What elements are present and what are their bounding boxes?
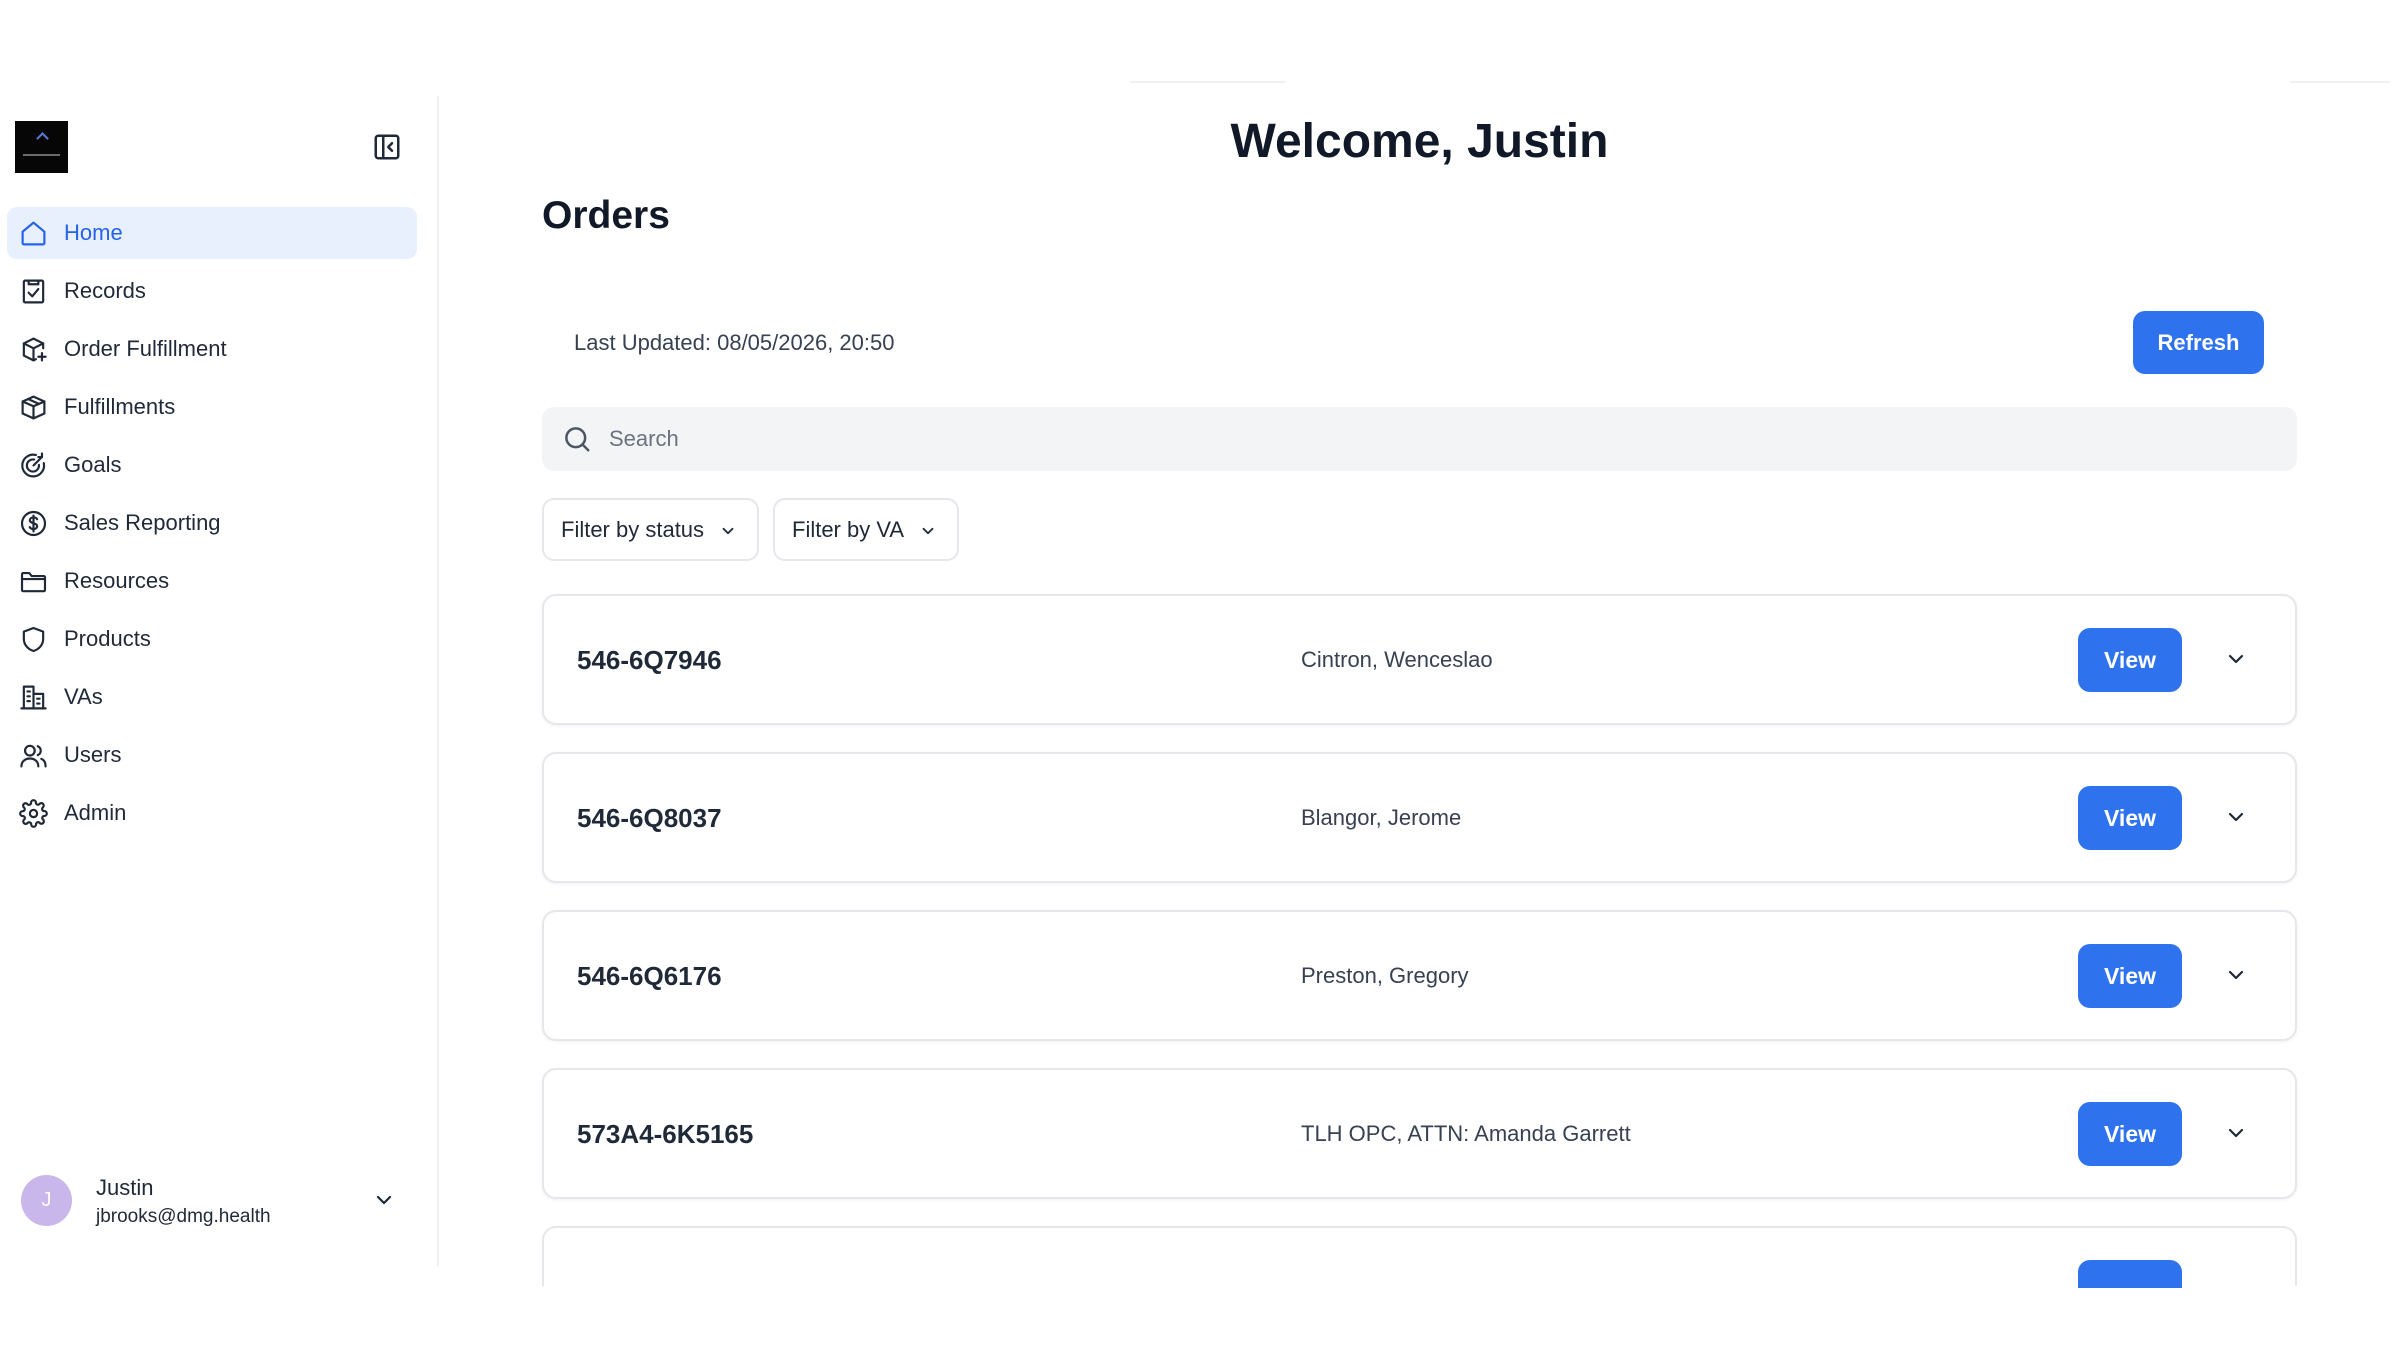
search-input[interactable]: Search xyxy=(542,407,2297,471)
page-title: Welcome, Justin xyxy=(1230,115,1609,168)
sidebar-item-resources[interactable]: Resources xyxy=(7,555,417,607)
chevron-down-icon[interactable] xyxy=(2224,1121,2248,1145)
order-id: 546-6Q8037 xyxy=(577,803,722,833)
browser-top-area xyxy=(0,0,2400,96)
orders-heading: Orders xyxy=(542,194,670,237)
sidebar-item-home[interactable]: Home xyxy=(7,207,417,259)
filter-by-status-dropdown[interactable]: Filter by status xyxy=(542,498,759,561)
order-card: 573A4-6K5165 TLH OPC, ATTN: Amanda Garre… xyxy=(542,1068,2297,1199)
sidebar-item-records[interactable]: Records xyxy=(7,265,417,317)
sidebar-item-order-fulfillment[interactable]: Order Fulfillment xyxy=(7,323,417,375)
user-name: Justin xyxy=(96,1175,154,1200)
package-plus-icon xyxy=(19,335,48,364)
clipboard-check-icon xyxy=(19,277,48,306)
view-order-button[interactable] xyxy=(2078,1260,2182,1288)
sidebar: Home Records Order Fulfillment Fulfillme… xyxy=(0,96,439,1266)
target-icon xyxy=(19,451,48,480)
sidebar-item-label: Order Fulfillment xyxy=(64,336,227,361)
app-shell: Home Records Order Fulfillment Fulfillme… xyxy=(0,96,2400,1288)
users-icon xyxy=(19,741,48,770)
user-email: jbrooks@dmg.health xyxy=(96,1206,271,1227)
avatar: J xyxy=(21,1175,72,1226)
package-icon xyxy=(19,393,48,422)
sidebar-item-admin[interactable]: Admin xyxy=(7,787,417,839)
order-card xyxy=(542,1226,2297,1288)
filter-va-label: Filter by VA xyxy=(792,517,905,542)
sidebar-item-label: Goals xyxy=(64,452,122,477)
filter-by-va-dropdown[interactable]: Filter by VA xyxy=(773,498,959,561)
refresh-button[interactable]: Refresh xyxy=(2133,311,2264,374)
sidebar-item-products[interactable]: Products xyxy=(7,613,417,665)
sidebar-item-vas[interactable]: VAs xyxy=(7,671,417,723)
view-order-button[interactable]: View xyxy=(2078,628,2182,692)
chevron-down-icon[interactable] xyxy=(2224,805,2248,829)
order-id: 573A4-6K5165 xyxy=(577,1119,754,1149)
sidebar-item-label: Resources xyxy=(64,568,170,593)
search-icon xyxy=(562,424,592,454)
order-card: 546-6Q6176 Preston, Gregory View xyxy=(542,910,2297,1041)
building-icon xyxy=(19,683,48,712)
sidebar-item-label: Records xyxy=(64,278,146,303)
user-menu[interactable]: J Justin jbrooks@dmg.health xyxy=(0,1163,437,1233)
last-updated-text: Last Updated: 08/05/2026, 20:50 xyxy=(574,330,895,355)
chevron-down-icon[interactable] xyxy=(2224,647,2248,671)
home-icon xyxy=(19,219,48,248)
order-id: 546-6Q7946 xyxy=(577,645,722,675)
folder-icon xyxy=(19,567,48,596)
order-customer: Cintron, Wenceslao xyxy=(1301,647,1493,672)
sidebar-item-label: Products xyxy=(64,626,151,651)
order-card: 546-6Q7946 Cintron, Wenceslao View xyxy=(542,594,2297,725)
order-customer: Blangor, Jerome xyxy=(1301,805,1462,830)
order-customer: Preston, Gregory xyxy=(1301,963,1469,988)
chevron-down-icon[interactable] xyxy=(2224,963,2248,987)
view-order-button[interactable]: View xyxy=(2078,1102,2182,1166)
order-card: 546-6Q8037 Blangor, Jerome View xyxy=(542,752,2297,883)
sidebar-item-label: Users xyxy=(64,742,122,767)
filter-status-label: Filter by status xyxy=(561,517,705,542)
order-customer: TLH OPC, ATTN: Amanda Garrett xyxy=(1301,1121,1631,1146)
sidebar-item-users[interactable]: Users xyxy=(7,729,417,781)
search-placeholder: Search xyxy=(609,426,679,451)
sidebar-item-goals[interactable]: Goals xyxy=(7,439,417,491)
top-divider xyxy=(1130,81,1285,83)
chevron-down-icon xyxy=(919,522,937,540)
view-order-button[interactable]: View xyxy=(2078,786,2182,850)
gear-icon xyxy=(19,799,48,828)
sidebar-item-sales-reporting[interactable]: Sales Reporting xyxy=(7,497,417,549)
main-content: Welcome, Justin Orders Last Updated: 08/… xyxy=(439,96,2400,1288)
order-id: 546-6Q6176 xyxy=(577,961,722,991)
sidebar-item-label: Fulfillments xyxy=(64,394,176,419)
sidebar-item-fulfillments[interactable]: Fulfillments xyxy=(7,381,417,433)
sidebar-item-label: Home xyxy=(64,220,123,245)
sidebar-nav: Home Records Order Fulfillment Fulfillme… xyxy=(7,207,417,845)
company-logo[interactable] xyxy=(15,121,68,173)
sidebar-item-label: Sales Reporting xyxy=(64,510,221,535)
chevron-down-icon[interactable] xyxy=(372,1188,396,1212)
sidebar-item-label: Admin xyxy=(64,800,127,825)
chevron-down-icon xyxy=(719,522,737,540)
sidebar-collapse-icon[interactable] xyxy=(372,132,402,162)
shield-icon xyxy=(19,625,48,654)
dollar-circle-icon xyxy=(19,509,48,538)
view-order-button[interactable]: View xyxy=(2078,944,2182,1008)
sidebar-item-label: VAs xyxy=(64,684,103,709)
top-divider xyxy=(2290,81,2390,83)
